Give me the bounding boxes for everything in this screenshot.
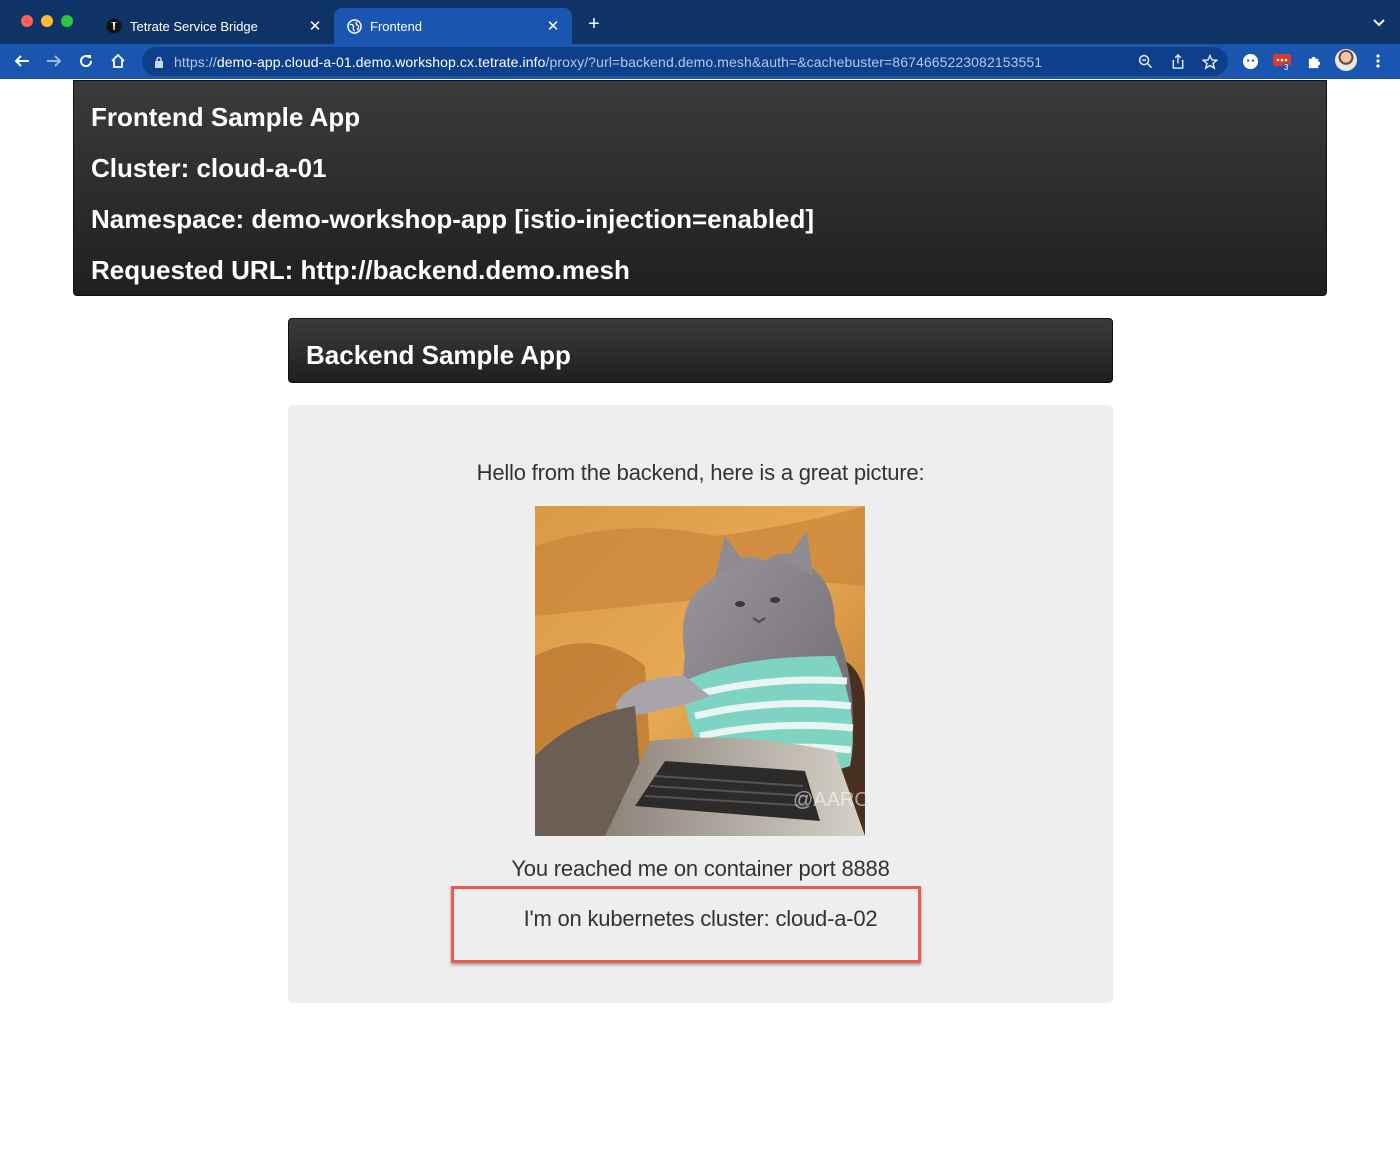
minimize-window-button[interactable] (41, 15, 53, 27)
frontend-requested-url: Requested URL: http://backend.demo.mesh (91, 255, 630, 285)
backend-title: Backend Sample App (306, 340, 571, 370)
cat-typing-image: @AARON (535, 506, 865, 836)
backend-port-message: You reached me on container port 8888 (511, 856, 890, 881)
browser-menu-icon[interactable] (1367, 50, 1389, 72)
back-arrow-icon[interactable] (11, 50, 33, 72)
zoom-window-button[interactable] (61, 15, 73, 27)
zoom-icon[interactable] (1136, 52, 1155, 71)
url-path: /proxy/?url=backend.demo.mesh&auth=&cach… (545, 54, 1043, 70)
bookmark-star-icon[interactable] (1200, 52, 1219, 71)
browser-toolbar: https://demo-app.cloud-a-01.demo.worksho… (0, 44, 1400, 79)
profile-avatar[interactable] (1335, 49, 1357, 71)
url-scheme: https:// (174, 54, 217, 70)
tab-title: Tetrate Service Bridge (130, 18, 258, 34)
frontend-namespace: Namespace: demo-workshop-app [istio-inje… (91, 204, 815, 234)
address-bar[interactable]: https://demo-app.cloud-a-01.demo.worksho… (142, 47, 1228, 76)
tetrate-logo-icon (106, 18, 122, 34)
extension-password-icon[interactable]: 3 (1271, 50, 1293, 72)
frontend-cluster: Cluster: cloud-a-01 (91, 153, 327, 183)
close-tab-icon[interactable]: ✕ (304, 15, 326, 37)
cluster-highlight-box (451, 886, 921, 963)
backend-greeting: Hello from the backend, here is a great … (476, 460, 925, 485)
share-icon[interactable] (1168, 52, 1187, 71)
tab-title: Frontend (370, 18, 423, 34)
url-host: demo-app.cloud-a-01.demo.workshop.cx.tet… (216, 54, 546, 70)
backend-header: Backend Sample App (288, 318, 1113, 383)
new-tab-button[interactable]: + (584, 14, 604, 34)
forward-arrow-icon[interactable] (43, 50, 65, 72)
frontend-info-panel: Frontend Sample App Cluster: cloud-a-01 … (73, 80, 1327, 296)
home-icon[interactable] (107, 50, 129, 72)
extensions-puzzle-icon[interactable] (1303, 50, 1325, 72)
tab-tetrate-service-bridge[interactable]: Tetrate Service Bridge ✕ (94, 8, 334, 44)
tab-search-chevron-icon[interactable] (1372, 16, 1386, 30)
reload-icon[interactable] (75, 50, 97, 72)
tab-frontend[interactable]: Frontend ✕ (334, 8, 572, 44)
extension-badge-count: 3 (1283, 63, 1290, 72)
lock-icon[interactable] (154, 55, 164, 68)
globe-icon (346, 18, 362, 34)
close-tab-icon[interactable]: ✕ (542, 15, 564, 37)
extension-face-icon[interactable] (1239, 50, 1261, 72)
tab-strip: Tetrate Service Bridge ✕ Frontend ✕ + (0, 0, 1400, 44)
backend-response-panel: Hello from the backend, here is a great … (288, 405, 1113, 1003)
close-window-button[interactable] (21, 15, 33, 27)
frontend-title: Frontend Sample App (91, 102, 361, 132)
url-text: https://demo-app.cloud-a-01.demo.worksho… (174, 54, 1042, 70)
image-watermark: @AARON (793, 789, 865, 811)
